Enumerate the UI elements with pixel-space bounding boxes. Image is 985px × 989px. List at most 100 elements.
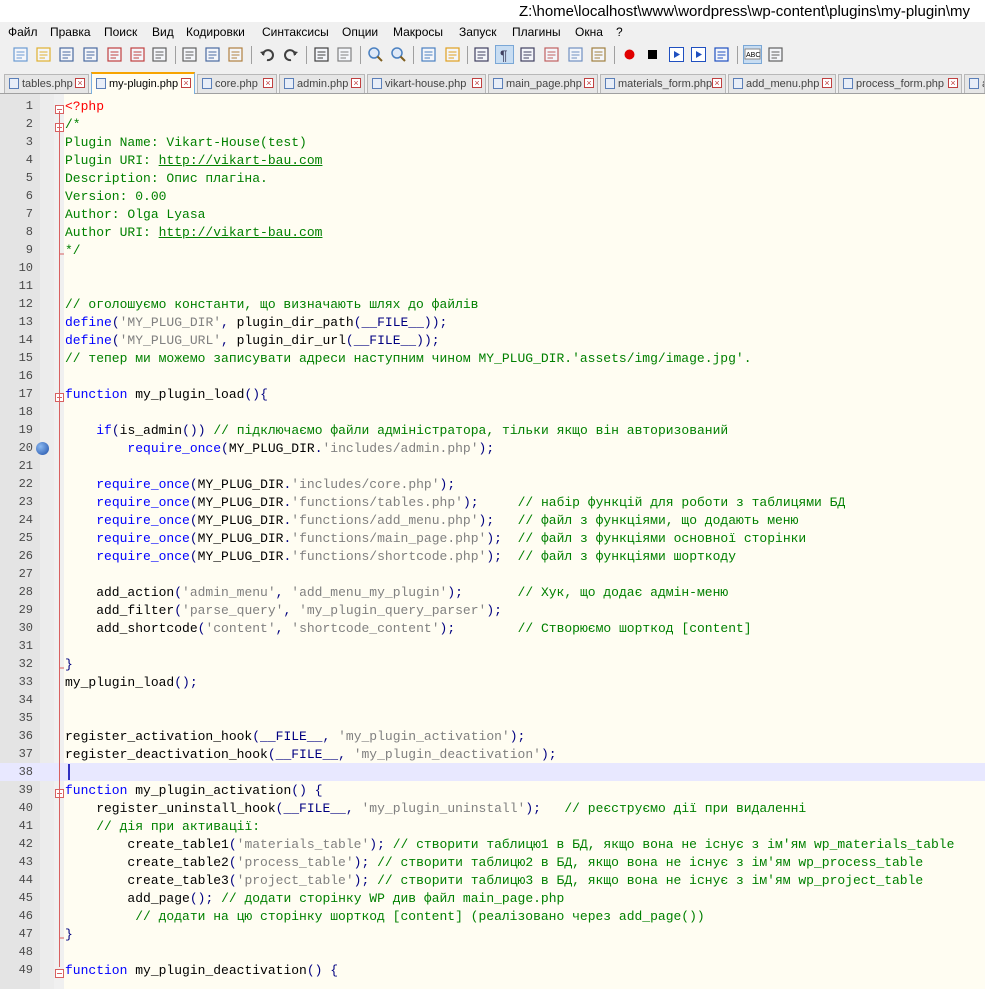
code-line[interactable]: 5 Description: Опис плагіна. — [0, 169, 985, 187]
code-line[interactable]: 32} — [0, 655, 985, 673]
close-icon[interactable] — [106, 46, 123, 63]
code-line[interactable]: 46 // додати на цю сторінку шорткод [con… — [0, 907, 985, 925]
close-tab-icon[interactable]: × — [181, 78, 191, 88]
code-line[interactable]: 10 — [0, 259, 985, 277]
close-tab-icon[interactable]: × — [263, 78, 273, 88]
zoom-out-icon[interactable] — [390, 46, 407, 63]
menu-item-0[interactable]: Файл — [8, 25, 38, 39]
code-line[interactable]: 2 /* — [0, 115, 985, 133]
menu-item-6[interactable]: Опции — [342, 25, 378, 39]
menu-item-11[interactable]: ? — [616, 25, 623, 39]
redo-icon[interactable] — [283, 46, 300, 63]
menu-item-10[interactable]: Окна — [575, 25, 603, 39]
stop-macro-icon[interactable] — [644, 46, 661, 63]
code-line[interactable]: 34 — [0, 691, 985, 709]
code-line[interactable]: 18 — [0, 403, 985, 421]
doc-map-icon[interactable] — [567, 46, 584, 63]
code-line[interactable]: 21 — [0, 457, 985, 475]
save-all-icon[interactable] — [82, 46, 99, 63]
tab-add-menu-php[interactable]: add_menu.php × — [728, 74, 836, 93]
code-line[interactable]: 14 define('MY_PLUG_URL', plugin_dir_url(_… — [0, 331, 985, 349]
code-line[interactable]: 3 Plugin Name: Vikart-House(test) — [0, 133, 985, 151]
code-line[interactable]: 33 my_plugin_load(); — [0, 673, 985, 691]
code-line[interactable]: 38 — [0, 763, 985, 781]
code-line[interactable]: 24 require_once(MY_PLUG_DIR.'functions/a… — [0, 511, 985, 529]
code-line[interactable]: 41 // дія при активації: — [0, 817, 985, 835]
print-icon[interactable] — [151, 46, 168, 63]
open-file-icon[interactable] — [35, 46, 52, 63]
code-line[interactable]: 22 require_once(MY_PLUG_DIR.'includes/co… — [0, 475, 985, 493]
code-line[interactable]: 17 function my_plugin_load(){ — [0, 385, 985, 403]
tab-core-php[interactable]: core.php × — [197, 74, 277, 93]
code-line[interactable]: 7 Author: Olga Lyasa — [0, 205, 985, 223]
code-line[interactable]: 48 — [0, 943, 985, 961]
code-line[interactable]: 35 — [0, 709, 985, 727]
close-tab-icon[interactable]: × — [822, 78, 832, 88]
spell-check-options-icon[interactable] — [767, 46, 784, 63]
paste-icon[interactable] — [227, 46, 244, 63]
code-line[interactable]: 6 Version: 0.00 — [0, 187, 985, 205]
code-line[interactable]: 11 — [0, 277, 985, 295]
tab-admin-php[interactable]: admin.php × — [279, 74, 365, 93]
code-line[interactable]: 28 add_action('admin_menu', 'add_menu_my… — [0, 583, 985, 601]
code-line[interactable]: 44 create_table3('project_table'); // ст… — [0, 871, 985, 889]
code-editor[interactable]: 1 <?php 2 /* 3 Plugin Name: Vikart-House(test… — [0, 94, 985, 989]
code-line[interactable]: 26 require_once(MY_PLUG_DIR.'functions/s… — [0, 547, 985, 565]
code-line[interactable]: 39 function my_plugin_activation() { — [0, 781, 985, 799]
code-line[interactable]: 19 if(is_admin()) // підключаємо файли а… — [0, 421, 985, 439]
close-tab-icon[interactable]: × — [712, 78, 722, 88]
save-macro-icon[interactable] — [713, 46, 730, 63]
code-line[interactable]: 25 require_once(MY_PLUG_DIR.'functions/m… — [0, 529, 985, 547]
menu-item-4[interactable]: Кодировки — [186, 25, 245, 39]
code-line[interactable]: 1 <?php — [0, 97, 985, 115]
new-file-icon[interactable] — [12, 46, 29, 63]
close-tab-icon[interactable]: × — [584, 78, 594, 88]
menu-item-2[interactable]: Поиск — [104, 25, 137, 39]
tab-materials-form-php[interactable]: materials_form.php × — [600, 74, 726, 93]
close-tab-icon[interactable]: × — [472, 78, 482, 88]
tab-tables-php[interactable]: tables.php × — [4, 74, 89, 93]
code-line[interactable]: 4 Plugin URI: http://vikart-bau.com — [0, 151, 985, 169]
code-line[interactable]: 49 function my_plugin_deactivation() { — [0, 961, 985, 979]
code-line[interactable]: 36 register_activation_hook(__FILE__, 'my… — [0, 727, 985, 745]
menu-item-8[interactable]: Запуск — [459, 25, 497, 39]
code-line[interactable]: 13 define('MY_PLUG_DIR', plugin_dir_path(… — [0, 313, 985, 331]
function-list-icon[interactable] — [590, 46, 607, 63]
zoom-in-icon[interactable] — [367, 46, 384, 63]
menu-item-1[interactable]: Правка — [50, 25, 91, 39]
fold-toggle-icon[interactable] — [55, 101, 64, 114]
menu-item-9[interactable]: Плагины — [512, 25, 561, 39]
code-line[interactable]: 16 — [0, 367, 985, 385]
tab-vikart-house-php[interactable]: vikart-house.php × — [367, 74, 486, 93]
code-line[interactable]: 30 add_shortcode('content', 'shortcode_c… — [0, 619, 985, 637]
code-line[interactable]: 20 require_once(MY_PLUG_DIR.'includes/ad… — [0, 439, 985, 457]
menu-item-5[interactable]: Синтаксисы — [262, 25, 329, 39]
close-all-icon[interactable] — [129, 46, 146, 63]
sync-horizontal-icon[interactable] — [444, 46, 461, 63]
code-line[interactable]: 27 — [0, 565, 985, 583]
code-line[interactable]: 29 add_filter('parse_query', 'my_plugin_… — [0, 601, 985, 619]
code-line[interactable]: 43 create_table2('process_table'); // ст… — [0, 853, 985, 871]
code-line[interactable]: 40 register_uninstall_hook(__FILE__, 'my… — [0, 799, 985, 817]
spell-check-icon[interactable]: ABC — [743, 45, 762, 64]
replace-icon[interactable] — [336, 46, 353, 63]
play-macro-icon[interactable] — [668, 46, 685, 63]
bookmark-icon[interactable] — [36, 442, 49, 455]
code-line[interactable]: 9 */ — [0, 241, 985, 259]
undo-icon[interactable] — [258, 46, 275, 63]
tab-a[interactable]: a — [964, 74, 985, 93]
code-line[interactable]: 23 require_once(MY_PLUG_DIR.'functions/t… — [0, 493, 985, 511]
cut-icon[interactable] — [181, 46, 198, 63]
indent-guide-icon[interactable] — [519, 46, 536, 63]
record-macro-icon[interactable] — [621, 46, 638, 63]
find-icon[interactable] — [313, 46, 330, 63]
code-line[interactable]: 45 add_page(); // додати сторінку WP див… — [0, 889, 985, 907]
tab-main-page-php[interactable]: main_page.php × — [488, 74, 598, 93]
menu-item-3[interactable]: Вид — [152, 25, 174, 39]
run-macro-multiple-icon[interactable] — [690, 46, 707, 63]
close-tab-icon[interactable]: × — [948, 78, 958, 88]
code-line[interactable]: 47} — [0, 925, 985, 943]
close-tab-icon[interactable]: × — [75, 78, 85, 88]
word-wrap-icon[interactable] — [473, 46, 490, 63]
tab-process-form-php[interactable]: process_form.php × — [838, 74, 962, 93]
